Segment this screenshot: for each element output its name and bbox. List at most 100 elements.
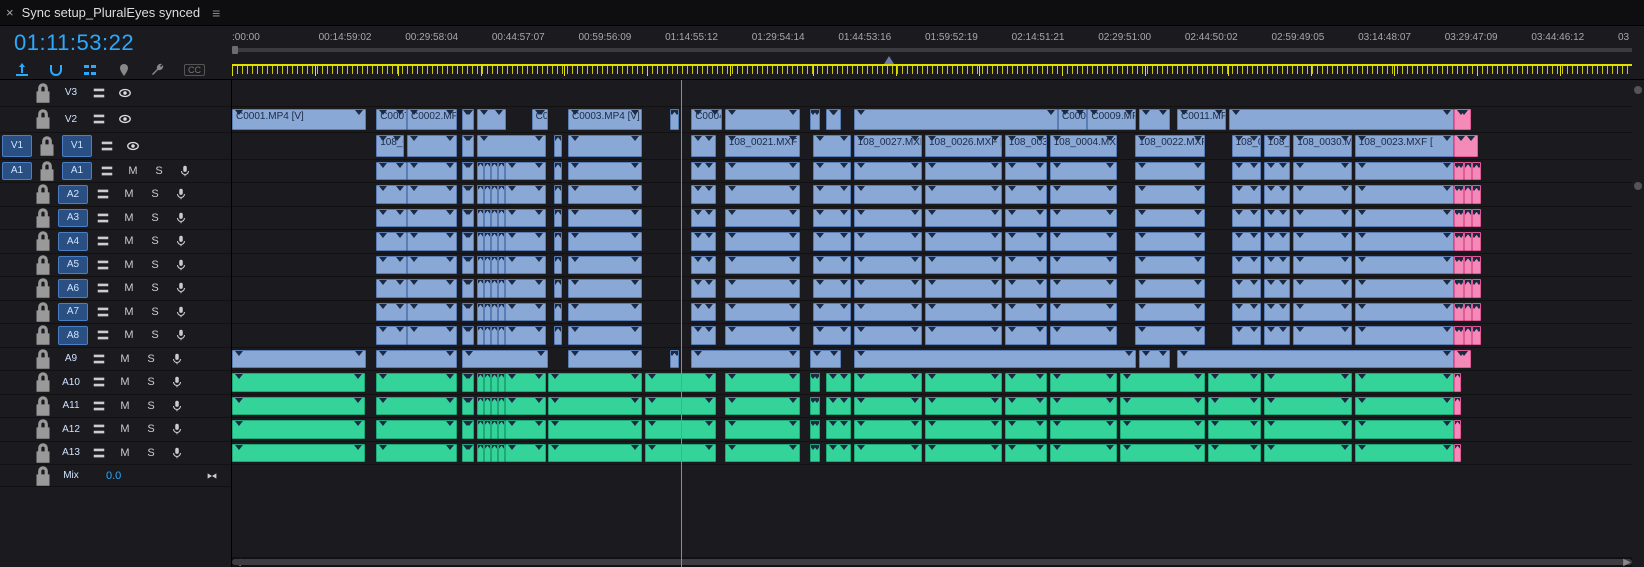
clip[interactable] [854, 326, 923, 345]
clip[interactable] [1120, 420, 1205, 439]
clip[interactable] [1293, 162, 1352, 181]
clip[interactable] [548, 373, 642, 392]
clip[interactable] [925, 256, 1002, 275]
clip[interactable] [568, 185, 642, 204]
clip[interactable] [1050, 232, 1117, 251]
clip[interactable] [1229, 109, 1454, 131]
audio-track-row[interactable] [232, 160, 1632, 184]
clip[interactable] [1135, 256, 1205, 275]
clip[interactable] [826, 373, 851, 392]
clip[interactable] [1005, 420, 1047, 439]
clip[interactable] [376, 232, 407, 251]
voice-over-icon[interactable] [168, 328, 194, 342]
clip[interactable] [484, 185, 491, 204]
clip[interactable] [477, 444, 484, 463]
clip[interactable] [1355, 373, 1454, 392]
clip[interactable] [484, 326, 491, 345]
horizontal-scrollbar[interactable]: ◀ ▶ [232, 557, 1632, 567]
clip[interactable] [1232, 209, 1261, 228]
solo-button[interactable]: S [138, 353, 164, 365]
clip[interactable] [554, 279, 562, 298]
clip[interactable] [1005, 326, 1047, 345]
clip[interactable] [1472, 303, 1480, 322]
clip[interactable]: 108_0026.MXF [V] [925, 135, 1002, 157]
sequence-tab-title[interactable]: Sync setup_PluralEyes synced [22, 5, 200, 20]
track-visibility-icon[interactable] [112, 112, 138, 126]
track-lock-icon[interactable] [34, 158, 60, 184]
clip[interactable] [1464, 303, 1472, 322]
clip[interactable] [1355, 444, 1454, 463]
clip[interactable]: 108_0 [376, 135, 404, 157]
wrench-icon[interactable] [150, 62, 166, 78]
clip[interactable] [554, 185, 562, 204]
clip[interactable] [498, 232, 505, 251]
track-lock-icon[interactable] [30, 275, 56, 301]
clip[interactable] [376, 373, 457, 392]
clip[interactable] [725, 420, 801, 439]
clip[interactable] [1005, 397, 1047, 416]
clip[interactable] [568, 232, 642, 251]
work-area-handle[interactable] [232, 46, 238, 54]
clip[interactable] [810, 397, 820, 416]
clip[interactable] [1050, 303, 1117, 322]
clip[interactable] [505, 444, 546, 463]
clip[interactable]: 108_00 [1232, 135, 1261, 157]
clip[interactable] [925, 162, 1002, 181]
clip[interactable] [462, 256, 475, 275]
source-patch-a9[interactable] [0, 348, 30, 371]
sync-lock-icon[interactable] [90, 211, 116, 225]
source-patch-v1[interactable]: V1 [2, 135, 32, 157]
clip[interactable] [376, 279, 407, 298]
clip[interactable] [462, 444, 475, 463]
clip[interactable]: C0001.MP4 [V] [232, 109, 366, 131]
clip[interactable] [1005, 232, 1047, 251]
clip[interactable] [1232, 279, 1261, 298]
clip[interactable] [477, 326, 484, 345]
clip[interactable] [925, 373, 1002, 392]
clip[interactable] [810, 420, 820, 439]
clip[interactable] [484, 256, 491, 275]
clip[interactable] [1264, 232, 1291, 251]
clip[interactable] [498, 397, 505, 416]
vscroll-marker-icon[interactable] [1634, 182, 1642, 190]
clip[interactable] [810, 109, 820, 131]
snap-icon[interactable] [48, 62, 64, 78]
sync-lock-icon[interactable] [90, 187, 116, 201]
clip[interactable] [1135, 209, 1205, 228]
clip[interactable] [1355, 209, 1454, 228]
clip[interactable] [925, 326, 1002, 345]
clip[interactable] [925, 209, 1002, 228]
clip[interactable] [505, 397, 546, 416]
clip[interactable] [1355, 303, 1454, 322]
clip[interactable] [1005, 444, 1047, 463]
track-target-a12[interactable]: A12 [56, 418, 86, 441]
clip[interactable] [1232, 326, 1261, 345]
clip[interactable] [1135, 232, 1205, 251]
clip[interactable] [505, 209, 546, 228]
clip[interactable] [1464, 279, 1472, 298]
video-track-row[interactable]: C0001.MP4 [V]C0007.C0002.MP4 [C00C0003.M… [232, 107, 1632, 134]
clip[interactable] [1454, 256, 1464, 275]
clip[interactable] [407, 326, 457, 345]
clip[interactable] [826, 420, 851, 439]
clip[interactable] [1139, 350, 1170, 369]
clip[interactable] [462, 109, 475, 131]
clip[interactable] [1005, 279, 1047, 298]
clip[interactable] [491, 420, 498, 439]
clip[interactable] [925, 420, 1002, 439]
clip[interactable] [477, 397, 484, 416]
clip[interactable] [376, 350, 457, 369]
track-lock-icon[interactable] [30, 106, 56, 132]
clip[interactable] [810, 350, 841, 369]
solo-button[interactable]: S [142, 282, 168, 294]
clip[interactable] [826, 397, 851, 416]
clip[interactable] [1454, 303, 1464, 322]
clip[interactable] [1454, 397, 1461, 416]
sync-lock-icon[interactable] [86, 446, 112, 460]
clip[interactable] [477, 303, 484, 322]
clip[interactable] [505, 162, 546, 181]
clip[interactable] [1264, 397, 1352, 416]
sync-lock-icon[interactable] [90, 328, 116, 342]
clip[interactable] [1293, 303, 1352, 322]
sync-lock-icon[interactable] [86, 112, 112, 126]
